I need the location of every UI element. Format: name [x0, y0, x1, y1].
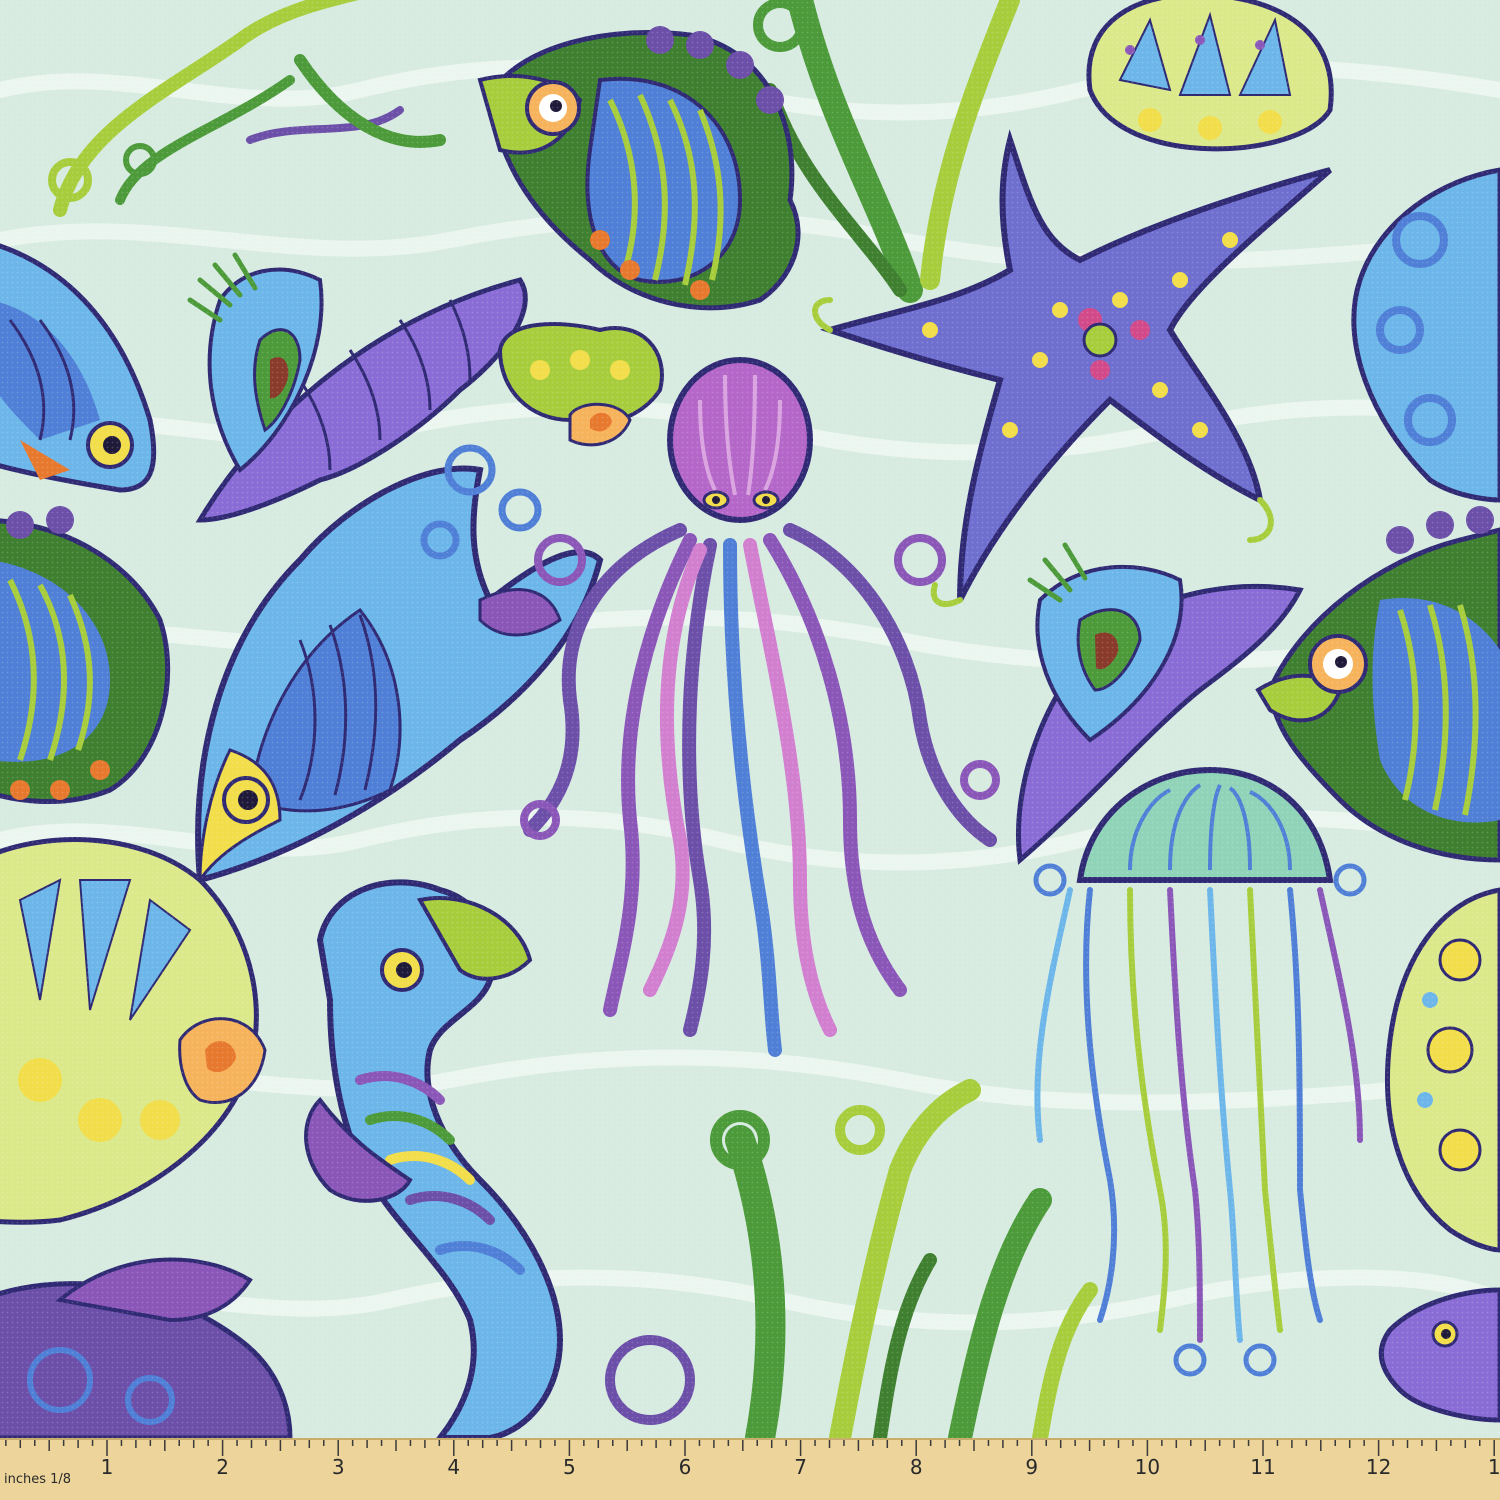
- ruler-number: 1: [1488, 1455, 1500, 1479]
- ruler-number: 6: [679, 1455, 692, 1479]
- ruler-number: 3: [332, 1455, 345, 1479]
- ruler-number: 1: [101, 1455, 114, 1479]
- weave-texture: [0, 0, 1500, 1438]
- ruler-ticks: 1 2 3 4 5 6 7 8 9 10 11 12 1: [5, 1440, 1500, 1479]
- measuring-ruler: 1 2 3 4 5 6 7 8 9 10 11 12 1 inches 1/8: [0, 1438, 1500, 1500]
- ruler-number: 8: [910, 1455, 923, 1479]
- ruler-number: 2: [216, 1455, 229, 1479]
- fabric-print: [0, 0, 1500, 1438]
- fabric-swatch: 1 2 3 4 5 6 7 8 9 10 11 12 1 inches 1/8: [0, 0, 1500, 1500]
- ruler-number: 11: [1250, 1455, 1275, 1479]
- ruler-number: 5: [563, 1455, 576, 1479]
- ruler-number: 4: [447, 1455, 460, 1479]
- ruler-number: 9: [1025, 1455, 1038, 1479]
- ruler-number: 7: [794, 1455, 807, 1479]
- ruler-number: 12: [1366, 1455, 1391, 1479]
- ruler-number: 10: [1135, 1455, 1160, 1479]
- ruler-unit-label: inches 1/8: [4, 1472, 72, 1487]
